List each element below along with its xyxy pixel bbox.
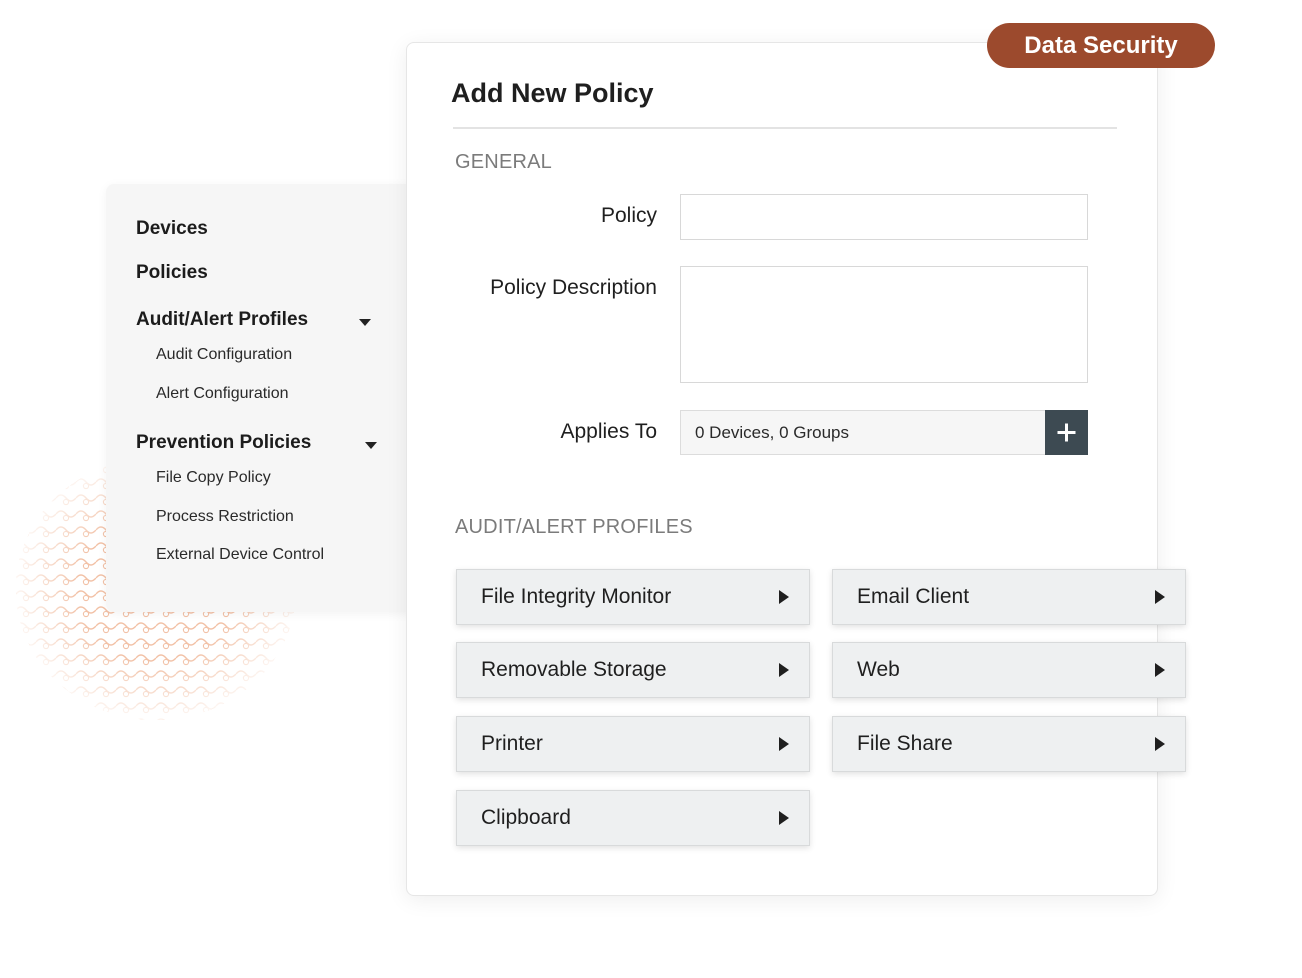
page-title: Add New Policy [451, 78, 654, 108]
sidebar-subitem-process-restriction[interactable]: Process Restriction [156, 508, 294, 526]
profile-email-client-button[interactable]: Email Client [832, 569, 1186, 625]
profile-clipboard-button[interactable]: Clipboard [456, 790, 810, 846]
policy-description-label: Policy Description [490, 276, 657, 299]
policy-label: Policy [600, 204, 657, 227]
play-arrow-icon [779, 811, 789, 825]
title-divider [453, 127, 1117, 129]
play-arrow-icon [1155, 737, 1165, 751]
chevron-down-icon[interactable] [359, 319, 371, 326]
plus-icon [1057, 423, 1076, 442]
policy-input[interactable] [680, 194, 1088, 240]
play-arrow-icon [1155, 590, 1165, 604]
profile-file-share-button[interactable]: File Share [832, 716, 1186, 772]
profile-label: Removable Storage [481, 658, 667, 681]
play-arrow-icon [779, 590, 789, 604]
section-heading-audit-alert-profiles: AUDIT/ALERT PROFILES [455, 516, 693, 538]
profile-printer-button[interactable]: Printer [456, 716, 810, 772]
sidebar-subitem-external-device-control[interactable]: External Device Control [156, 546, 324, 564]
data-security-badge: Data Security [987, 23, 1215, 68]
sidebar-subitem-file-copy-policy[interactable]: File Copy Policy [156, 469, 271, 487]
profile-label: File Integrity Monitor [481, 585, 672, 608]
sidebar-item-audit-alert-profiles[interactable]: Audit/Alert Profiles [136, 309, 308, 331]
sidebar-item-policies[interactable]: Policies [136, 262, 208, 284]
sidebar-subitem-audit-configuration[interactable]: Audit Configuration [156, 346, 292, 364]
profile-label: Clipboard [481, 806, 571, 829]
sidebar: Devices Policies Audit/Alert Profiles Au… [106, 184, 418, 612]
add-devices-button[interactable] [1045, 410, 1088, 455]
screen: Devices Policies Audit/Alert Profiles Au… [0, 0, 1302, 978]
profile-label: Web [857, 658, 900, 681]
profile-label: Printer [481, 732, 543, 755]
sidebar-subitem-alert-configuration[interactable]: Alert Configuration [156, 385, 289, 403]
profile-file-integrity-monitor-button[interactable]: File Integrity Monitor [456, 569, 810, 625]
section-heading-general: GENERAL [455, 151, 552, 173]
applies-to-label: Applies To [560, 420, 657, 443]
chevron-down-icon[interactable] [365, 442, 377, 449]
play-arrow-icon [779, 663, 789, 677]
sidebar-item-devices[interactable]: Devices [136, 218, 208, 240]
applies-to-field[interactable]: 0 Devices, 0 Groups [680, 410, 1046, 455]
profile-label: Email Client [857, 585, 970, 608]
play-arrow-icon [1155, 663, 1165, 677]
profile-web-button[interactable]: Web [832, 642, 1186, 698]
profile-label: File Share [857, 732, 953, 755]
sidebar-item-prevention-policies[interactable]: Prevention Policies [136, 432, 311, 454]
policy-description-textarea[interactable] [680, 266, 1088, 383]
play-arrow-icon [779, 737, 789, 751]
profile-removable-storage-button[interactable]: Removable Storage [456, 642, 810, 698]
